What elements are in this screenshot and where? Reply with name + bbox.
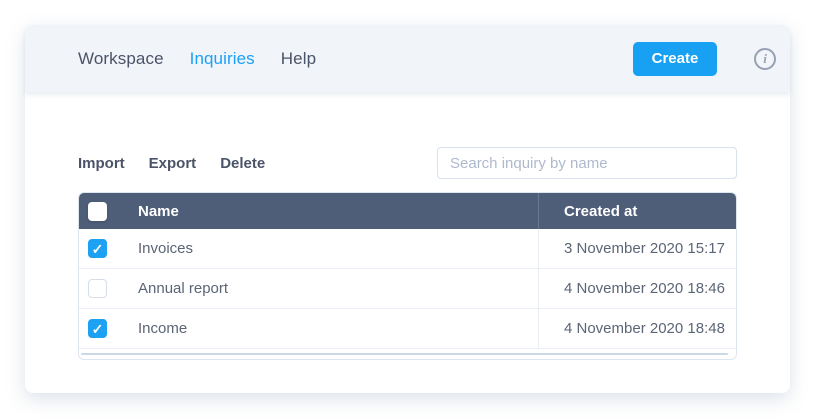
row-checkbox[interactable]	[88, 319, 107, 338]
inquiries-table: Name Created at Invoices 3 November 2020…	[78, 192, 737, 360]
row-check-cell	[79, 319, 138, 338]
toolbar: Import Export Delete	[78, 147, 737, 179]
column-header-name: Name	[138, 203, 179, 220]
column-header-created-at: Created at	[564, 203, 637, 220]
table-header-row: Name Created at	[79, 193, 736, 229]
row-created-at: 4 November 2020 18:46	[564, 280, 725, 297]
row-created-cell: 4 November 2020 18:46	[538, 269, 736, 308]
nav-item-inquiries[interactable]: Inquiries	[190, 49, 255, 69]
search-input[interactable]	[437, 147, 737, 179]
row-name-cell: Income	[79, 309, 538, 348]
row-checkbox[interactable]	[88, 239, 107, 258]
row-created-cell: 4 November 2020 18:48	[538, 309, 736, 348]
toolbar-actions: Import Export Delete	[78, 155, 265, 172]
delete-button[interactable]: Delete	[220, 155, 265, 172]
table-row[interactable]: Invoices 3 November 2020 15:17	[79, 229, 736, 269]
table-row[interactable]: Income 4 November 2020 18:48	[79, 309, 736, 349]
export-button[interactable]: Export	[149, 155, 197, 172]
row-name-cell: Annual report	[79, 269, 538, 308]
row-name: Income	[138, 320, 187, 337]
table-footer-strip	[79, 349, 736, 359]
nav-item-help[interactable]: Help	[281, 49, 316, 69]
header-check-cell	[79, 202, 138, 221]
row-name: Annual report	[138, 280, 228, 297]
row-check-cell	[79, 239, 138, 258]
header-created-column: Created at	[538, 193, 736, 229]
main-content: Import Export Delete Name Created at	[25, 92, 790, 360]
row-check-cell	[79, 279, 138, 298]
row-name: Invoices	[138, 240, 193, 257]
header-name-column: Name	[79, 193, 538, 229]
table-row[interactable]: Annual report 4 November 2020 18:46	[79, 269, 736, 309]
row-checkbox[interactable]	[88, 279, 107, 298]
row-created-cell: 3 November 2020 15:17	[538, 229, 736, 268]
horizontal-scrollbar[interactable]	[81, 353, 728, 355]
import-button[interactable]: Import	[78, 155, 125, 172]
select-all-checkbox[interactable]	[88, 202, 107, 221]
create-button[interactable]: Create	[633, 42, 717, 76]
row-name-cell: Invoices	[79, 229, 538, 268]
row-created-at: 4 November 2020 18:48	[564, 320, 725, 337]
info-icon[interactable]: i	[754, 48, 776, 70]
app-card: Workspace Inquiries Help Create i Import…	[25, 25, 790, 393]
top-navbar: Workspace Inquiries Help Create i	[25, 25, 790, 92]
nav-item-workspace[interactable]: Workspace	[78, 49, 164, 69]
row-created-at: 3 November 2020 15:17	[564, 240, 725, 257]
